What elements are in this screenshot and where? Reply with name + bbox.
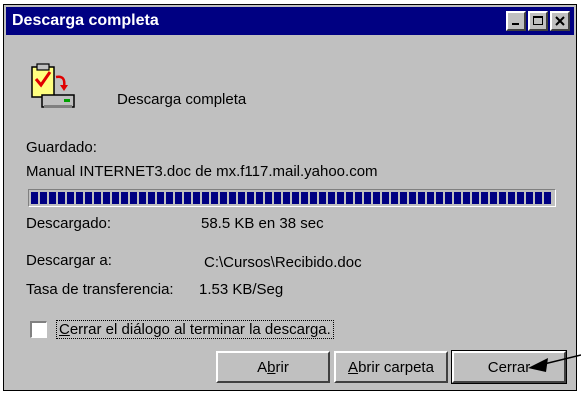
transfer-rate-label: Tasa de transferencia: [26, 281, 174, 298]
close-icon[interactable] [550, 11, 570, 31]
open-accelerator: b [267, 358, 276, 376]
close-on-finish-label[interactable]: Cerrar el diálogo al terminar la descarg… [56, 320, 334, 339]
download-progress-bar [28, 189, 556, 207]
download-to-value: C:\Cursos\Recibido.doc [204, 254, 362, 271]
clipboard-download-icon [26, 63, 78, 113]
saved-label: Guardado: [26, 139, 97, 156]
checkbox-accelerator: C [59, 321, 70, 338]
download-to-label: Descargar a: [26, 252, 112, 269]
checkbox-label-text: errar el diálogo al terminar la descarga… [69, 321, 331, 338]
open-button[interactable]: Ab rir [216, 351, 330, 383]
close-button[interactable]: Cerrar [451, 350, 567, 384]
minimize-icon[interactable] [506, 11, 526, 31]
title-bar[interactable]: Descarga completa [6, 7, 574, 35]
close-button-label: Cerrar [487, 358, 531, 376]
header-message: Descarga completa [117, 91, 247, 108]
open-folder-accelerator: A [348, 358, 359, 376]
open-folder-label: brir carpeta [358, 358, 434, 376]
download-complete-dialog: Descarga completa Descarga completa Guar [3, 4, 577, 391]
downloaded-value: 58.5 KB en 38 sec [201, 215, 324, 232]
open-label-part: A [257, 358, 268, 376]
downloaded-label: Descargado: [26, 215, 112, 232]
close-on-finish-checkbox[interactable] [30, 321, 47, 338]
open-folder-button[interactable]: Abrir carpeta [334, 351, 448, 383]
window-title: Descarga completa [12, 12, 159, 29]
open-label-rest: rir [275, 358, 289, 376]
progress-fill [31, 192, 553, 204]
saved-file: Manual INTERNET3.doc de mx.f117.mail.yah… [26, 163, 378, 180]
transfer-rate-value: 1.53 KB/Seg [199, 281, 284, 298]
window-controls [506, 11, 570, 31]
maximize-icon[interactable] [528, 11, 548, 31]
